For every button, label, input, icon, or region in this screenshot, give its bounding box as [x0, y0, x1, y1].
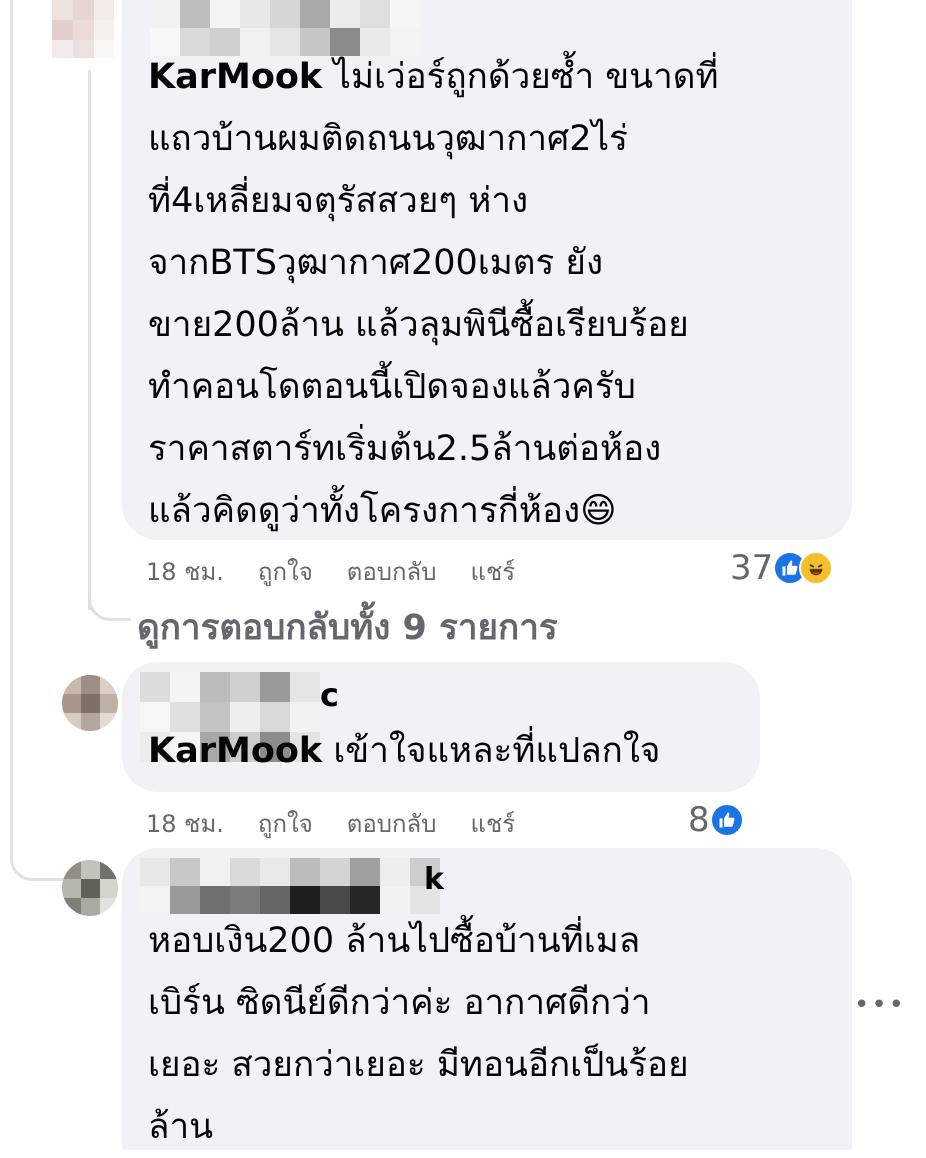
- comment-text: KarMook เข้าใจแหละที่แปลกใจ: [148, 720, 660, 782]
- mention-link[interactable]: KarMook: [148, 731, 322, 771]
- comment-body: [322, 57, 333, 97]
- avatar-blurred: [62, 860, 118, 916]
- share-button[interactable]: แชร์: [470, 804, 515, 843]
- comment-actions: 18 ชม. ถูกใจ ตอบกลับ แชร์: [146, 552, 515, 591]
- comment-body-text: เข้าใจแหละที่แปลกใจ: [333, 731, 661, 771]
- thread-line-outer-curve: [10, 810, 63, 881]
- comment-time[interactable]: 18 ชม.: [146, 552, 224, 591]
- share-button[interactable]: แชร์: [470, 552, 515, 591]
- thread-line-outer: [10, 0, 13, 860]
- comment-text: หอบเงิน200 ล้านไปซื้อบ้านที่เมล เบิร์น ซ…: [148, 921, 689, 1147]
- avatar-blurred: [62, 675, 118, 731]
- avatar-blurred: [52, 0, 114, 58]
- comment-author[interactable]: k: [424, 862, 444, 897]
- author-name-blurred: [140, 858, 440, 914]
- reaction-summary[interactable]: 8: [688, 800, 744, 840]
- reaction-count: 37: [730, 548, 774, 588]
- like-icon: [709, 803, 744, 837]
- comment-actions: 18 ชม. ถูกใจ ตอบกลับ แชร์: [146, 804, 515, 843]
- comment-text: KarMook ไม่เว่อร์ถูกด้วยซ้ำ ขนาดที่ แถวบ…: [148, 46, 719, 542]
- comment-author[interactable]: c: [320, 676, 339, 714]
- thread-line-curve: [88, 560, 131, 621]
- avatar[interactable]: [52, 0, 114, 58]
- reply-button[interactable]: ตอบกลับ: [347, 552, 437, 591]
- reaction-count: 8: [688, 800, 710, 840]
- more-options-icon[interactable]: •••: [854, 990, 906, 1020]
- comment-time[interactable]: 18 ชม.: [146, 804, 224, 843]
- like-button[interactable]: ถูกใจ: [258, 804, 313, 843]
- avatar[interactable]: [62, 860, 118, 916]
- reaction-summary[interactable]: 37: [730, 548, 834, 588]
- like-button[interactable]: ถูกใจ: [258, 552, 313, 591]
- thread-line: [88, 70, 91, 610]
- mention-link[interactable]: KarMook: [148, 57, 322, 97]
- avatar[interactable]: [62, 675, 118, 731]
- comment-body-text: ไม่เว่อร์ถูกด้วยซ้ำ ขนาดที่ แถวบ้านผมติด…: [148, 57, 719, 531]
- haha-icon: [799, 551, 834, 585]
- view-replies-link[interactable]: ดูการตอบกลับทั้ง 9 รายการ: [137, 600, 558, 655]
- reply-button[interactable]: ตอบกลับ: [347, 804, 437, 843]
